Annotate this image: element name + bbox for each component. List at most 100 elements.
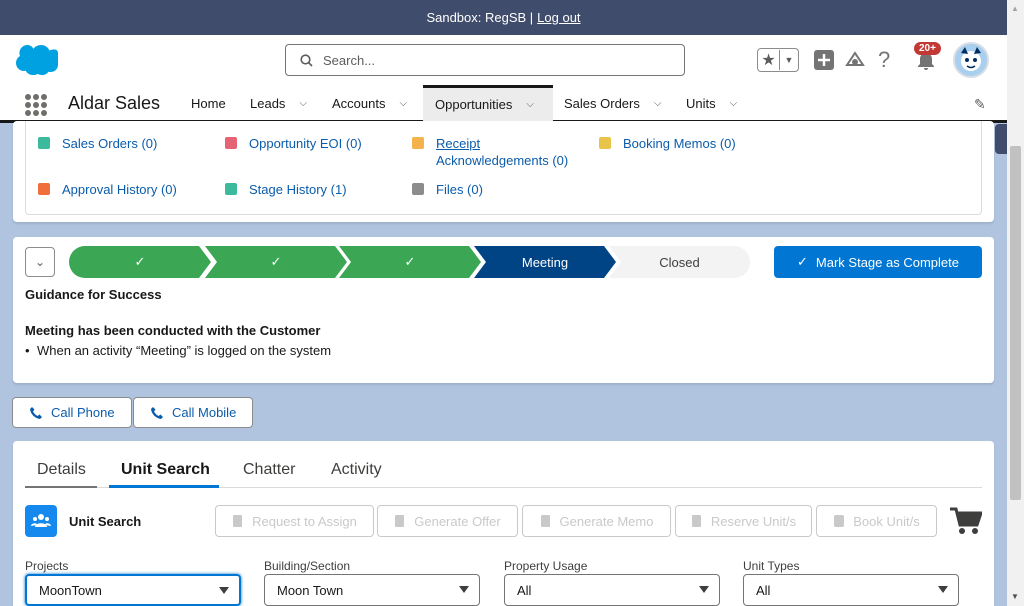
check-icon: ✓ xyxy=(797,254,808,269)
building-section-label: Building/Section xyxy=(264,559,351,573)
building-section-select[interactable]: Moon Town xyxy=(264,574,480,606)
tab-activity[interactable]: Activity xyxy=(331,461,382,479)
tab-active-underline xyxy=(109,485,219,488)
document-icon xyxy=(233,515,243,527)
request-to-assign-button[interactable]: Request to Assign xyxy=(215,505,374,537)
related-link-stage-history[interactable]: Stage History (1) xyxy=(225,181,347,198)
chevron-down-icon[interactable]: ⌵ xyxy=(299,98,307,109)
user-avatar[interactable] xyxy=(953,42,989,78)
chevron-down-icon[interactable]: ⌵ xyxy=(730,98,738,109)
phone-icon xyxy=(151,406,163,419)
dropdown-arrow-icon xyxy=(219,587,229,594)
sandbox-text: Sandbox: RegSB | xyxy=(426,10,534,25)
edit-nav-pencil-icon[interactable]: ✎ xyxy=(974,96,986,113)
book-units-button[interactable]: Book Unit/s xyxy=(816,505,937,537)
scrollbar-thumb[interactable] xyxy=(1010,146,1021,500)
related-link-booking-memos[interactable]: Booking Memos (0) xyxy=(599,135,736,152)
generate-memo-button[interactable]: Generate Memo xyxy=(522,505,671,537)
path-toggle-button[interactable]: ⌄ xyxy=(25,247,55,277)
nav-item-sales-orders[interactable]: Sales Orders ⌵ xyxy=(552,85,673,121)
related-link-receipt-acknowledgements[interactable]: Receipt Acknowledgements (0) xyxy=(412,135,568,169)
app-launcher-icon[interactable] xyxy=(25,94,47,116)
tab-chatter[interactable]: Chatter xyxy=(243,461,295,479)
chevron-down-icon[interactable]: ⌵ xyxy=(526,99,534,110)
nav-item-accounts[interactable]: Accounts ⌵ xyxy=(320,85,419,121)
chevron-down-icon[interactable]: ⌵ xyxy=(654,98,662,109)
salesforce-logo-icon[interactable] xyxy=(16,45,58,75)
call-phone-button[interactable]: Call Phone xyxy=(12,397,132,428)
database-icon xyxy=(834,515,845,527)
guidance-bullet: When an activity “Meeting” is logged on … xyxy=(25,343,331,358)
page-scrollbar[interactable]: ▲ ▼ xyxy=(1007,0,1024,606)
guidance-heading: Meeting has been conducted with the Cust… xyxy=(25,323,321,338)
related-link-opportunity-eoi[interactable]: Opportunity EOI (0) xyxy=(225,135,362,152)
property-usage-select[interactable]: All xyxy=(504,574,720,606)
tab-unit-search[interactable]: Unit Search xyxy=(121,461,210,479)
nav-item-home[interactable]: Home xyxy=(179,85,238,121)
dropdown-arrow-icon xyxy=(459,586,469,593)
related-link-approval-history[interactable]: Approval History (0) xyxy=(38,181,177,198)
receipt-icon xyxy=(412,137,424,149)
star-icon[interactable]: ★ xyxy=(758,50,780,70)
approval-history-icon xyxy=(38,183,50,195)
scroll-down-icon[interactable]: ▼ xyxy=(1011,592,1019,601)
app-navigation-bar: Aldar Sales Home Leads ⌵ Accounts ⌵ Opport… xyxy=(0,85,1007,123)
nav-item-leads[interactable]: Leads ⌵ xyxy=(238,85,319,121)
sales-orders-icon xyxy=(38,137,50,149)
path-stage-2[interactable]: ✓ xyxy=(205,246,347,278)
stage-history-icon xyxy=(225,183,237,195)
quick-links-container: Sales Orders (0) Opportunity EOI (0) Rec… xyxy=(25,121,982,215)
nav-item-units[interactable]: Units ⌵ xyxy=(674,85,749,121)
dropdown-arrow-icon xyxy=(699,586,709,593)
projects-label: Projects xyxy=(25,559,69,573)
projects-select[interactable]: MoonTown xyxy=(25,574,241,606)
help-icon[interactable]: ? xyxy=(878,47,890,73)
document-icon xyxy=(395,515,405,527)
chevron-down-icon: ⌄ xyxy=(34,255,46,269)
mark-stage-complete-button[interactable]: ✓ Mark Stage as Complete xyxy=(774,246,982,278)
path-stage-1[interactable]: ✓ xyxy=(69,246,211,278)
guidance-title: Guidance for Success xyxy=(25,287,162,302)
notification-count-badge: 20+ xyxy=(914,42,941,55)
path-stage-meeting[interactable]: Meeting xyxy=(474,246,616,278)
astro-avatar-icon xyxy=(961,47,981,71)
trailhead-help-icon[interactable] xyxy=(845,50,865,70)
logout-link[interactable]: Log out xyxy=(537,10,580,25)
call-mobile-button[interactable]: Call Mobile xyxy=(133,397,254,428)
related-list-quick-links: Sales Orders (0) Opportunity EOI (0) Rec… xyxy=(13,121,994,222)
path-stage-closed[interactable]: Closed xyxy=(609,246,750,278)
check-icon: ✓ xyxy=(270,254,282,269)
nav-item-opportunities[interactable]: Opportunities ⌵ xyxy=(423,85,553,121)
cart-icon[interactable] xyxy=(950,507,982,535)
files-icon xyxy=(412,183,424,195)
unit-types-select[interactable]: All xyxy=(743,574,959,606)
tab-details[interactable]: Details xyxy=(37,461,86,479)
booking-memos-icon xyxy=(599,137,611,149)
app-name: Aldar Sales xyxy=(68,93,161,113)
document-icon xyxy=(691,515,701,527)
global-search-input[interactable]: Search... xyxy=(285,44,685,76)
global-header: Search... ★ ▼ ? 20+ xyxy=(0,35,1007,85)
document-icon xyxy=(540,515,550,527)
global-add-icon[interactable] xyxy=(814,50,834,70)
related-link-sales-orders[interactable]: Sales Orders (0) xyxy=(38,135,157,152)
scroll-up-icon[interactable]: ▲ xyxy=(1011,4,1019,13)
unit-search-title: Unit Search xyxy=(69,514,142,529)
record-tabs-card: Details Unit Search Chatter Activity Uni… xyxy=(13,441,994,606)
search-placeholder: Search... xyxy=(323,52,376,68)
utility-side-handle[interactable] xyxy=(995,124,1007,154)
reserve-units-button[interactable]: Reserve Unit/s xyxy=(675,505,812,537)
chevron-down-icon[interactable]: ▼ xyxy=(780,55,798,65)
chevron-down-icon[interactable]: ⌵ xyxy=(399,98,407,109)
favorites-button[interactable]: ★ ▼ xyxy=(757,48,799,72)
check-icon: ✓ xyxy=(134,254,146,269)
path-stage-3[interactable]: ✓ xyxy=(339,246,481,278)
unit-search-icon xyxy=(25,505,57,537)
property-usage-label: Property Usage xyxy=(504,559,588,573)
opportunity-eoi-icon xyxy=(225,137,237,149)
unit-types-label: Unit Types xyxy=(743,559,800,573)
related-link-files[interactable]: Files (0) xyxy=(412,181,483,198)
tab-hover-underline xyxy=(25,486,97,488)
generate-offer-button[interactable]: Generate Offer xyxy=(377,505,518,537)
phone-icon xyxy=(30,406,42,419)
